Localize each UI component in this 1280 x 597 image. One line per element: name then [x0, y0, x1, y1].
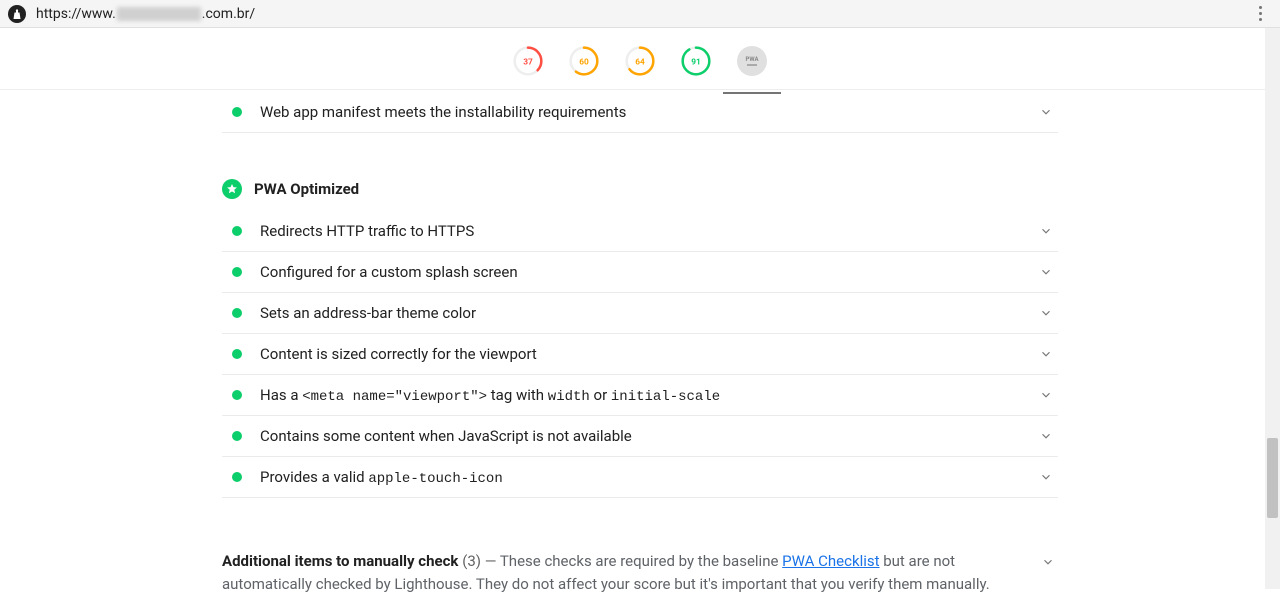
pwa-gauge-dash-icon — [747, 64, 757, 66]
svg-text:64: 64 — [635, 57, 645, 67]
pwa-gauge-label: PWA — [745, 56, 758, 63]
scrollbar-thumb[interactable] — [1267, 438, 1278, 518]
pass-dot-icon — [232, 390, 242, 400]
chevron-down-icon — [1038, 552, 1058, 572]
audit-row[interactable]: Content is sized correctly for the viewp… — [222, 334, 1058, 375]
pass-dot-icon — [232, 349, 242, 359]
star-badge-icon — [222, 179, 242, 199]
audit-row-installable[interactable]: Web app manifest meets the installabilit… — [222, 92, 1058, 133]
active-tab-underline — [723, 92, 781, 94]
pass-dot-icon — [232, 267, 242, 277]
lighthouse-logo-icon — [8, 5, 26, 23]
chevron-down-icon — [1036, 426, 1056, 446]
manual-count: (3) — [462, 552, 481, 570]
chevron-down-icon — [1036, 303, 1056, 323]
manual-heading: Additional items to manually check — [222, 552, 458, 570]
page-url: https://www. .com.br/ — [36, 6, 255, 22]
audit-title: Sets an address-bar theme color — [260, 304, 1028, 322]
manual-dash: — — [485, 552, 500, 570]
audit-row[interactable]: Contains some content when JavaScript is… — [222, 416, 1058, 457]
section-title: PWA Optimized — [254, 180, 359, 198]
svg-text:60: 60 — [579, 57, 589, 67]
manual-desc-pre: These checks are required by the baselin… — [500, 552, 782, 570]
audit-title: Has a <meta name="viewport"> tag with wi… — [260, 386, 1028, 405]
manual-checks-text: Additional items to manually check (3) —… — [222, 550, 1030, 597]
url-prefix: https://www. — [36, 6, 116, 22]
audit-row[interactable]: Redirects HTTP traffic to HTTPS — [222, 211, 1058, 252]
audit-title: Contains some content when JavaScript is… — [260, 427, 1028, 445]
chevron-down-icon — [1036, 102, 1056, 122]
manual-checks-block[interactable]: Additional items to manually check (3) —… — [222, 550, 1058, 597]
audit-row[interactable]: Configured for a custom splash screen — [222, 252, 1058, 293]
audit-title: Content is sized correctly for the viewp… — [260, 345, 1028, 363]
scrollbar-track[interactable] — [1265, 28, 1280, 589]
report-content: Web app manifest meets the installabilit… — [222, 90, 1058, 597]
audit-title: Redirects HTTP traffic to HTTPS — [260, 222, 1028, 240]
gauge-best-practices[interactable]: 64 — [625, 46, 655, 76]
chevron-down-icon — [1036, 221, 1056, 241]
pass-dot-icon — [232, 431, 242, 441]
audit-row[interactable]: Has a <meta name="viewport"> tag with wi… — [222, 375, 1058, 416]
audit-title: Web app manifest meets the installabilit… — [260, 103, 1028, 121]
svg-text:91: 91 — [691, 57, 701, 67]
pass-dot-icon — [232, 472, 242, 482]
svg-text:37: 37 — [523, 57, 533, 67]
top-bar: https://www. .com.br/ — [0, 0, 1280, 28]
pass-dot-icon — [232, 308, 242, 318]
url-suffix: .com.br/ — [202, 6, 255, 22]
audit-row[interactable]: Sets an address-bar theme color — [222, 293, 1058, 334]
chevron-down-icon — [1036, 344, 1056, 364]
gauge-performance[interactable]: 37 — [513, 46, 543, 76]
pass-dot-icon — [232, 107, 242, 117]
audit-title: Provides a valid apple-touch-icon — [260, 468, 1028, 487]
chevron-down-icon — [1036, 467, 1056, 487]
chevron-down-icon — [1036, 385, 1056, 405]
url-redacted — [117, 7, 201, 21]
audit-list: Redirects HTTP traffic to HTTPS Configure… — [222, 211, 1058, 498]
gauge-accessibility[interactable]: 60 — [569, 46, 599, 76]
gauge-pwa[interactable]: PWA — [737, 46, 767, 76]
pwa-checklist-link[interactable]: PWA Checklist — [782, 552, 879, 570]
more-menu-icon[interactable] — [1248, 2, 1272, 26]
audit-row[interactable]: Provides a valid apple-touch-icon — [222, 457, 1058, 498]
chevron-down-icon — [1036, 262, 1056, 282]
gauge-seo[interactable]: 91 — [681, 46, 711, 76]
pass-dot-icon — [232, 226, 242, 236]
section-header-pwa-optimized: PWA Optimized — [222, 161, 1058, 211]
scores-bar: 37 60 64 91 PWA — [0, 28, 1280, 90]
audit-title: Configured for a custom splash screen — [260, 263, 1028, 281]
